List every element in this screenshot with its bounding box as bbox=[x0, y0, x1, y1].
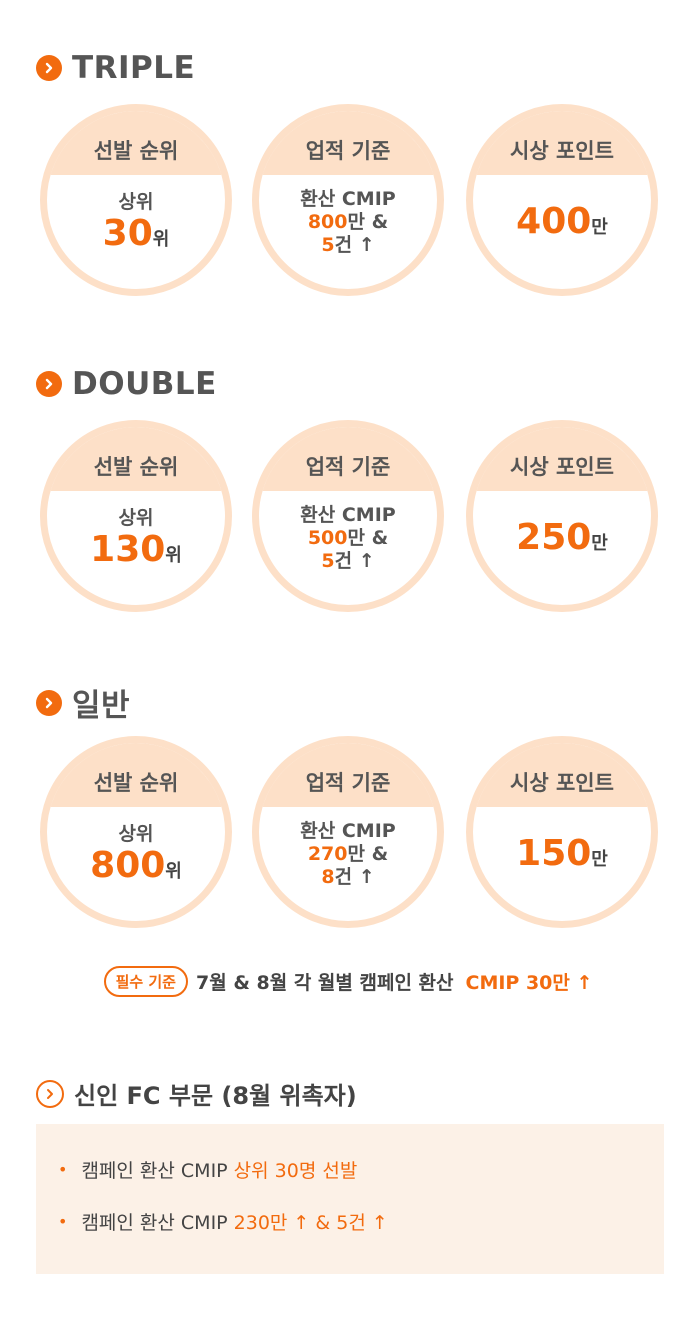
criteria-circle: 업적 기준 환산 CMIP 800만 & 5건 ↑ bbox=[252, 104, 444, 296]
rank-value: 30 bbox=[102, 213, 153, 254]
rank-unit: 위 bbox=[165, 545, 182, 566]
criteria-amount: 500 bbox=[307, 526, 348, 549]
criteria-line1: 환산 CMIP bbox=[300, 187, 396, 210]
new-fc-header: 신인 FC 부문 (8월 위촉자) bbox=[36, 1076, 357, 1111]
criteria-count: 5 bbox=[321, 233, 335, 256]
item-text: 캠페인 환산 CMIP bbox=[81, 1159, 228, 1182]
bullet-icon: • bbox=[58, 1159, 68, 1179]
rank-header: 선발 순위 bbox=[47, 743, 225, 807]
criteria-count-unit: 건 ↑ bbox=[334, 549, 375, 572]
points-unit: 만 bbox=[591, 849, 608, 870]
tier-header: DOUBLE bbox=[36, 366, 217, 402]
points-unit: 만 bbox=[591, 217, 608, 238]
item-text: 캠페인 환산 CMIP bbox=[81, 1211, 228, 1234]
criteria-count-unit: 건 ↑ bbox=[334, 233, 375, 256]
rank-unit: 위 bbox=[152, 229, 170, 250]
rank-circle: 선발 순위 상위 30위 bbox=[40, 104, 232, 296]
criteria-line1: 환산 CMIP bbox=[300, 819, 396, 842]
criteria-header: 업적 기준 bbox=[259, 111, 437, 175]
criteria-amount-unit: 만 & bbox=[347, 526, 389, 549]
tier-title: DOUBLE bbox=[72, 366, 217, 402]
points-circle: 시상 포인트 250만 bbox=[466, 420, 658, 612]
bullet-icon: • bbox=[58, 1211, 68, 1231]
chevron-right-icon bbox=[36, 689, 62, 716]
list-item: • 캠페인 환산 CMIP 상위 30명 선발 bbox=[58, 1154, 664, 1184]
points-header: 시상 포인트 bbox=[473, 111, 651, 175]
tier-header: 일반 bbox=[36, 680, 130, 725]
item-highlight: 상위 30명 선발 bbox=[233, 1159, 358, 1182]
criteria-count: 8 bbox=[321, 865, 335, 888]
requirement-badge: 필수 기준 bbox=[103, 966, 188, 997]
points-value: 150 bbox=[516, 833, 592, 874]
requirement-text: 7월 & 8월 각 월별 캠페인 환산 bbox=[196, 972, 454, 994]
points-circle: 시상 포인트 400만 bbox=[466, 104, 658, 296]
criteria-count: 5 bbox=[321, 549, 335, 572]
rank-header: 선발 순위 bbox=[47, 427, 225, 491]
criteria-header: 업적 기준 bbox=[259, 743, 437, 807]
points-value: 400 bbox=[516, 201, 592, 242]
points-header: 시상 포인트 bbox=[473, 743, 651, 807]
requirement-row: 필수 기준 7월 & 8월 각 월별 캠페인 환산 CMIP 30만 ↑ bbox=[0, 966, 696, 997]
criteria-header: 업적 기준 bbox=[259, 427, 437, 491]
criteria-count-unit: 건 ↑ bbox=[334, 865, 375, 888]
rank-unit: 위 bbox=[165, 861, 182, 882]
tier-title: TRIPLE bbox=[72, 50, 196, 86]
requirement-highlight: CMIP 30만 ↑ bbox=[465, 972, 593, 994]
chevron-right-icon bbox=[36, 1079, 64, 1108]
criteria-amount-unit: 만 & bbox=[347, 210, 389, 233]
rank-value: 800 bbox=[90, 845, 166, 886]
rank-value: 130 bbox=[90, 529, 166, 570]
criteria-line1: 환산 CMIP bbox=[300, 503, 396, 526]
list-item: • 캠페인 환산 CMIP 230만 ↑ & 5건 ↑ bbox=[58, 1206, 664, 1236]
criteria-circle: 업적 기준 환산 CMIP 270만 & 8건 ↑ bbox=[252, 736, 444, 928]
chevron-right-icon bbox=[36, 55, 62, 81]
rank-prefix: 상위 bbox=[118, 507, 154, 529]
item-highlight: 230만 ↑ & 5건 ↑ bbox=[233, 1211, 388, 1234]
new-fc-title: 신인 FC 부문 (8월 위촉자) bbox=[74, 1082, 357, 1110]
points-circle: 시상 포인트 150만 bbox=[466, 736, 658, 928]
rank-header: 선발 순위 bbox=[47, 111, 225, 175]
rank-circle: 선발 순위 상위 130위 bbox=[40, 420, 232, 612]
rank-circle: 선발 순위 상위 800위 bbox=[40, 736, 232, 928]
criteria-amount-unit: 만 & bbox=[347, 842, 389, 865]
tier-title: 일반 bbox=[72, 688, 131, 724]
tier-header: TRIPLE bbox=[36, 50, 195, 86]
points-header: 시상 포인트 bbox=[473, 427, 651, 491]
criteria-amount: 800 bbox=[307, 210, 348, 233]
points-value: 250 bbox=[516, 517, 592, 558]
points-unit: 만 bbox=[591, 533, 608, 554]
criteria-amount: 270 bbox=[307, 842, 348, 865]
rank-prefix: 상위 bbox=[118, 823, 154, 845]
criteria-circle: 업적 기준 환산 CMIP 500만 & 5건 ↑ bbox=[252, 420, 444, 612]
chevron-right-icon bbox=[36, 371, 62, 397]
new-fc-box: • 캠페인 환산 CMIP 상위 30명 선발 • 캠페인 환산 CMIP 23… bbox=[36, 1124, 664, 1274]
rank-prefix: 상위 bbox=[118, 191, 154, 213]
